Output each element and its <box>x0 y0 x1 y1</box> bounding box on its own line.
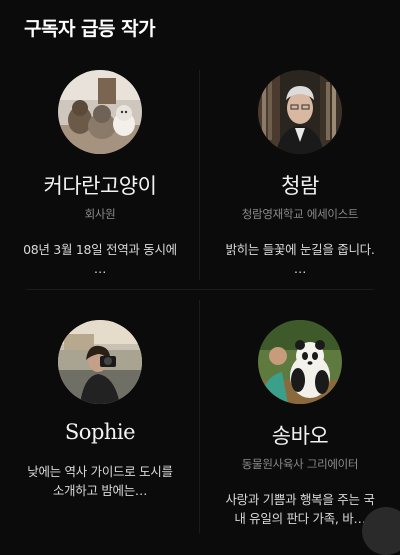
author-card-2[interactable]: 청람 청람영재학교 에세이스트 밝히는 들꽃에 눈길을 줍니다. … <box>200 70 400 278</box>
author-name: 커다란고양이 <box>43 174 157 198</box>
author-role: 청람영재학교 에세이스트 <box>241 207 359 221</box>
panda-photo-icon <box>258 320 342 404</box>
avatar[interactable] <box>58 70 142 154</box>
author-description: 08년 3월 18일 전역과 동시에 … <box>23 242 177 276</box>
author-card-4[interactable]: 송바오 동물원사육사 그리에이터 사랑과 기쁨과 행복을 주는 국내 유일의 판… <box>200 320 400 528</box>
avatar[interactable] <box>258 70 342 154</box>
scroll-top-button[interactable] <box>362 507 400 555</box>
author-description: 사랑과 기쁨과 행복을 주는 국내 유일의 판다 가족, 바… <box>225 492 375 526</box>
avatar[interactable] <box>258 320 342 404</box>
author-card-1[interactable]: 커다란고양이 회사원 08년 3월 18일 전역과 동시에 … <box>0 70 200 278</box>
row-divider <box>26 289 374 290</box>
author-role: 동물원사육사 그리에이터 <box>241 457 359 471</box>
author-name: 송바오 <box>271 424 329 448</box>
cats-photo-icon <box>58 70 142 154</box>
section-title: 구독자 급등 작가 <box>24 18 156 40</box>
avatar[interactable] <box>58 320 142 404</box>
author-description: 낮에는 역사 가이드로 도시를 소개하고 밤에는… <box>27 464 173 498</box>
author-name: 청람 <box>281 174 319 198</box>
photographer-photo-icon <box>58 320 142 404</box>
portrait-photo-icon <box>258 70 342 154</box>
author-description: 밝히는 들꽃에 눈길을 줍니다. … <box>225 242 375 276</box>
author-name: Sophie <box>64 420 136 444</box>
author-role: 회사원 <box>84 207 116 221</box>
author-card-3[interactable]: Sophie 낮에는 역사 가이드로 도시를 소개하고 밤에는… <box>0 320 200 500</box>
